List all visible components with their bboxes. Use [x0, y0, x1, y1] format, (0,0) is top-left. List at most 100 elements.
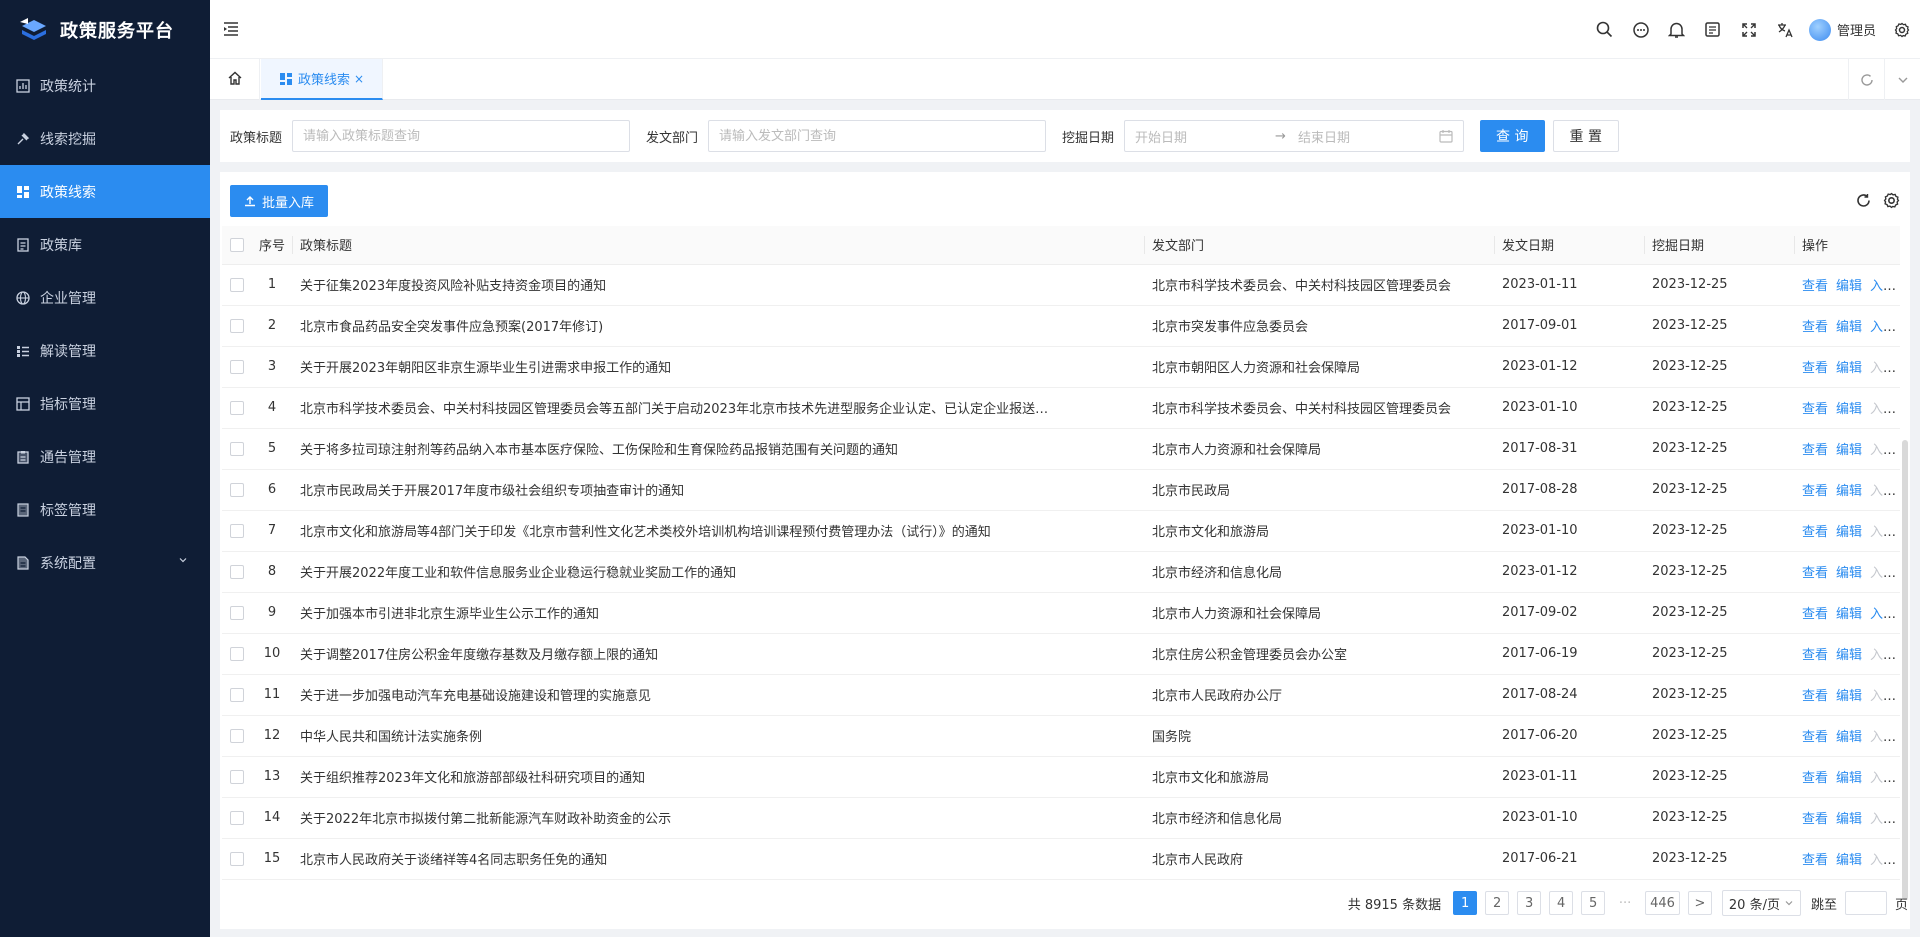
close-icon[interactable]: ×: [354, 72, 364, 86]
view-link[interactable]: 查看: [1802, 484, 1828, 499]
edit-link[interactable]: 编辑: [1836, 812, 1862, 827]
edit-link[interactable]: 编辑: [1836, 443, 1862, 458]
row-checkbox[interactable]: [230, 851, 244, 866]
title-search-input[interactable]: [292, 120, 631, 152]
row-checkbox[interactable]: [230, 277, 244, 292]
sidebar-item-7[interactable]: 指标管理: [0, 377, 210, 430]
search-icon[interactable]: [1587, 12, 1623, 48]
translate-icon[interactable]: [1767, 12, 1803, 48]
view-link[interactable]: 查看: [1802, 607, 1828, 622]
chevron-down-icon[interactable]: [1884, 59, 1920, 100]
gear-icon[interactable]: [1884, 12, 1920, 48]
query-button[interactable]: 查 询: [1480, 120, 1545, 152]
view-link[interactable]: 查看: [1802, 648, 1828, 663]
avatar: [1808, 18, 1831, 41]
view-link[interactable]: 查看: [1802, 525, 1828, 540]
row-checkbox[interactable]: [230, 318, 244, 333]
row-checkbox[interactable]: [230, 810, 244, 825]
date-range-picker[interactable]: 开始日期 → 结束日期: [1124, 120, 1465, 152]
row-checkbox[interactable]: [230, 400, 244, 415]
view-link[interactable]: 查看: [1802, 402, 1828, 417]
row-checkbox[interactable]: [230, 687, 244, 702]
store-link[interactable]: 入库: [1870, 607, 1896, 622]
notice-icon[interactable]: [1695, 12, 1731, 48]
sidebar-item-5[interactable]: 企业管理: [0, 271, 210, 324]
edit-link[interactable]: 编辑: [1836, 566, 1862, 581]
row-checkbox[interactable]: [230, 523, 244, 538]
batch-store-button[interactable]: 批量入库: [230, 185, 329, 217]
edit-link[interactable]: 编辑: [1836, 648, 1862, 663]
page-1[interactable]: 1: [1453, 891, 1478, 915]
table-scrollbar[interactable]: [1902, 440, 1908, 900]
sidebar-item-2[interactable]: 线索挖掘: [0, 112, 210, 165]
row-checkbox[interactable]: [230, 564, 244, 579]
edit-link[interactable]: 编辑: [1836, 484, 1862, 499]
menu-collapse-icon[interactable]: [222, 20, 240, 38]
view-link[interactable]: 查看: [1802, 812, 1828, 827]
row-checkbox[interactable]: [230, 769, 244, 784]
view-link[interactable]: 查看: [1802, 320, 1828, 335]
page-size-select[interactable]: 20 条/页: [1721, 890, 1801, 916]
sidebar-item-4[interactable]: 政策库: [0, 218, 210, 271]
tabs-bar: 政策线索 ×: [210, 59, 1920, 100]
view-link[interactable]: 查看: [1802, 361, 1828, 376]
sidebar-item-8[interactable]: 通告管理: [0, 430, 210, 483]
edit-link[interactable]: 编辑: [1836, 607, 1862, 622]
home-tab[interactable]: [210, 59, 260, 100]
message-icon[interactable]: [1623, 12, 1659, 48]
row-checkbox[interactable]: [230, 441, 244, 456]
column-settings-icon[interactable]: [1880, 189, 1902, 211]
page-ellipsis[interactable]: ···: [1613, 891, 1637, 915]
row-ops: 查看 编辑 入库: [1794, 756, 1900, 798]
refresh-icon[interactable]: [1848, 59, 1884, 100]
app-logo[interactable]: 政策服务平台: [0, 0, 210, 59]
view-link[interactable]: 查看: [1802, 689, 1828, 704]
page-4[interactable]: 4: [1549, 891, 1574, 915]
dept-search-input[interactable]: [708, 120, 1047, 152]
edit-link[interactable]: 编辑: [1836, 525, 1862, 540]
row-checkbox[interactable]: [230, 482, 244, 497]
bell-icon[interactable]: [1659, 12, 1695, 48]
page-3[interactable]: 3: [1517, 891, 1542, 915]
refresh-icon[interactable]: [1852, 189, 1874, 211]
tab-policy-clues[interactable]: 政策线索 ×: [261, 59, 384, 100]
store-link[interactable]: 入库: [1870, 320, 1896, 335]
edit-link[interactable]: 编辑: [1836, 689, 1862, 704]
select-all-checkbox[interactable]: [230, 237, 244, 252]
edit-link[interactable]: 编辑: [1836, 730, 1862, 745]
view-link[interactable]: 查看: [1802, 566, 1828, 581]
view-link[interactable]: 查看: [1802, 279, 1828, 294]
row-checkbox[interactable]: [230, 728, 244, 743]
edit-link[interactable]: 编辑: [1836, 361, 1862, 376]
page-5[interactable]: 5: [1581, 891, 1606, 915]
search-form: 政策标题 发文部门 挖掘日期 开始日期 → 结束日期 查 询 重 置: [220, 110, 1910, 162]
row-checkbox[interactable]: [230, 359, 244, 374]
sidebar-item-9[interactable]: 标签管理: [0, 483, 210, 536]
page-2[interactable]: 2: [1485, 891, 1510, 915]
fullscreen-icon[interactable]: [1731, 12, 1767, 48]
view-link[interactable]: 查看: [1802, 443, 1828, 458]
jump-page-input[interactable]: [1844, 891, 1887, 915]
sidebar-item-10[interactable]: 系统配置: [0, 536, 210, 589]
start-date-input[interactable]: 开始日期: [1135, 127, 1275, 146]
reset-button[interactable]: 重 置: [1552, 120, 1619, 152]
edit-link[interactable]: 编辑: [1836, 771, 1862, 786]
page-last[interactable]: 446: [1645, 891, 1680, 915]
sidebar-item-6[interactable]: 解读管理: [0, 324, 210, 377]
next-page-button[interactable]: >: [1687, 891, 1712, 915]
end-date-input[interactable]: 结束日期: [1298, 127, 1350, 146]
edit-link[interactable]: 编辑: [1836, 320, 1862, 335]
edit-link[interactable]: 编辑: [1836, 853, 1862, 868]
row-checkbox[interactable]: [230, 646, 244, 661]
sidebar-item-1[interactable]: 政策统计: [0, 59, 210, 112]
edit-link[interactable]: 编辑: [1836, 402, 1862, 417]
user-menu[interactable]: 管理员: [1808, 18, 1876, 41]
view-link[interactable]: 查看: [1802, 853, 1828, 868]
edit-link[interactable]: 编辑: [1836, 279, 1862, 294]
sidebar-item-3[interactable]: 政策线索: [0, 165, 210, 218]
view-link[interactable]: 查看: [1802, 730, 1828, 745]
view-link[interactable]: 查看: [1802, 771, 1828, 786]
store-link[interactable]: 入库: [1870, 279, 1896, 294]
row-checkbox[interactable]: [230, 605, 244, 620]
col-ops: 操作: [1794, 226, 1900, 265]
